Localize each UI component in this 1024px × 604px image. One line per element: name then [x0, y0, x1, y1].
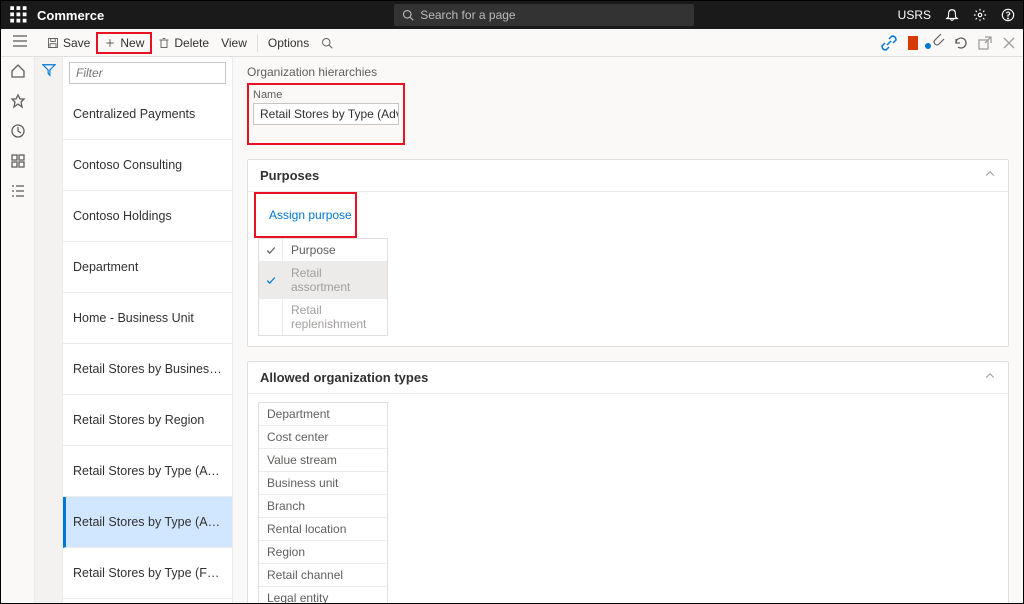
plus-icon	[104, 37, 116, 49]
refresh-icon[interactable]	[953, 35, 969, 51]
list-item[interactable]: Retail Stores by Type (Adventure Works)	[63, 497, 232, 548]
org-type-row[interactable]: Legal entity	[259, 587, 387, 603]
list-item[interactable]: Retail Stores by Type (Fabrikam)	[63, 548, 232, 599]
chevron-up-icon[interactable]	[984, 168, 996, 183]
purpose-row[interactable]: Retail replenishment	[259, 299, 387, 335]
view-button[interactable]: View	[215, 34, 253, 52]
save-button[interactable]: Save	[41, 34, 96, 52]
notification-dot	[925, 43, 931, 49]
name-label: Name	[253, 89, 399, 101]
chevron-up-icon[interactable]	[984, 370, 996, 385]
org-type-row[interactable]: Branch	[259, 495, 387, 518]
star-icon[interactable]	[10, 93, 26, 109]
new-button[interactable]: New	[98, 34, 150, 52]
home-icon[interactable]	[10, 63, 26, 79]
org-type-row[interactable]: Cost center	[259, 426, 387, 449]
row-check[interactable]	[259, 262, 283, 298]
org-type-row[interactable]: Rental location	[259, 518, 387, 541]
list-item[interactable]: Centralized Payments	[63, 89, 232, 140]
list-filter-input[interactable]	[69, 62, 226, 84]
link-icon[interactable]	[881, 35, 897, 51]
popout-icon[interactable]	[977, 35, 993, 51]
delete-label: Delete	[174, 36, 209, 50]
attachments-button[interactable]	[929, 30, 945, 55]
options-label: Options	[268, 36, 309, 50]
list-item[interactable]: Retail Stores by Type (AW)	[63, 446, 232, 497]
global-search[interactable]: Search for a page	[394, 4, 694, 26]
row-check[interactable]	[259, 299, 283, 335]
list-item[interactable]: Retail Stores by Business Unit	[63, 344, 232, 395]
purpose-column-header[interactable]: Purpose	[283, 239, 387, 261]
name-field[interactable]: Retail Stores by Type (Adventur…	[253, 103, 399, 125]
list-item[interactable]: Contoso Holdings	[63, 191, 232, 242]
org-type-row[interactable]: Business unit	[259, 472, 387, 495]
toolbar-separator	[257, 34, 258, 52]
modules-icon[interactable]	[10, 183, 26, 199]
save-label: Save	[63, 36, 90, 50]
search-icon	[402, 9, 414, 21]
save-icon	[47, 37, 59, 49]
org-type-row[interactable]: Retail channel	[259, 564, 387, 587]
purpose-cell: Retail replenishment	[283, 299, 387, 335]
org-type-row[interactable]: Value stream	[259, 449, 387, 472]
user-label[interactable]: USRS	[898, 8, 931, 22]
app-launcher-icon[interactable]	[9, 5, 29, 25]
gear-icon[interactable]	[973, 8, 987, 22]
office-icon[interactable]	[905, 35, 921, 51]
list-item[interactable]: Department	[63, 242, 232, 293]
check-icon	[266, 245, 276, 255]
hamburger-icon[interactable]	[7, 31, 33, 54]
list-item[interactable]: Home - Business Unit	[63, 293, 232, 344]
workspace-icon[interactable]	[10, 153, 26, 169]
list-item[interactable]: Contoso Consulting	[63, 140, 232, 191]
purposes-title: Purposes	[260, 168, 319, 183]
app-name: Commerce	[37, 8, 104, 23]
assign-purpose-button[interactable]: Assign purpose	[268, 202, 353, 228]
close-icon[interactable]	[1001, 35, 1017, 51]
org-type-row[interactable]: Region	[259, 541, 387, 564]
bell-icon[interactable]	[945, 8, 959, 22]
funnel-icon[interactable]	[42, 63, 56, 77]
trash-icon	[158, 37, 170, 49]
toolbar-search-button[interactable]	[315, 35, 339, 51]
view-label: View	[221, 36, 247, 50]
org-type-row[interactable]: Department	[259, 403, 387, 426]
paperclip-icon	[929, 30, 945, 46]
list-item[interactable]: Retail Stores by Region	[63, 395, 232, 446]
delete-button[interactable]: Delete	[152, 34, 215, 52]
new-label: New	[120, 36, 144, 50]
purpose-row[interactable]: Retail assortment	[259, 262, 387, 299]
recent-icon[interactable]	[10, 123, 26, 139]
options-button[interactable]: Options	[262, 34, 315, 52]
search-icon	[321, 37, 333, 49]
search-placeholder: Search for a page	[420, 8, 515, 22]
page-title: Organization hierarchies	[247, 65, 1009, 79]
help-icon[interactable]	[1001, 8, 1015, 22]
purpose-cell: Retail assortment	[283, 262, 387, 298]
allowed-org-types-title: Allowed organization types	[260, 370, 428, 385]
purpose-check-column	[259, 239, 283, 261]
